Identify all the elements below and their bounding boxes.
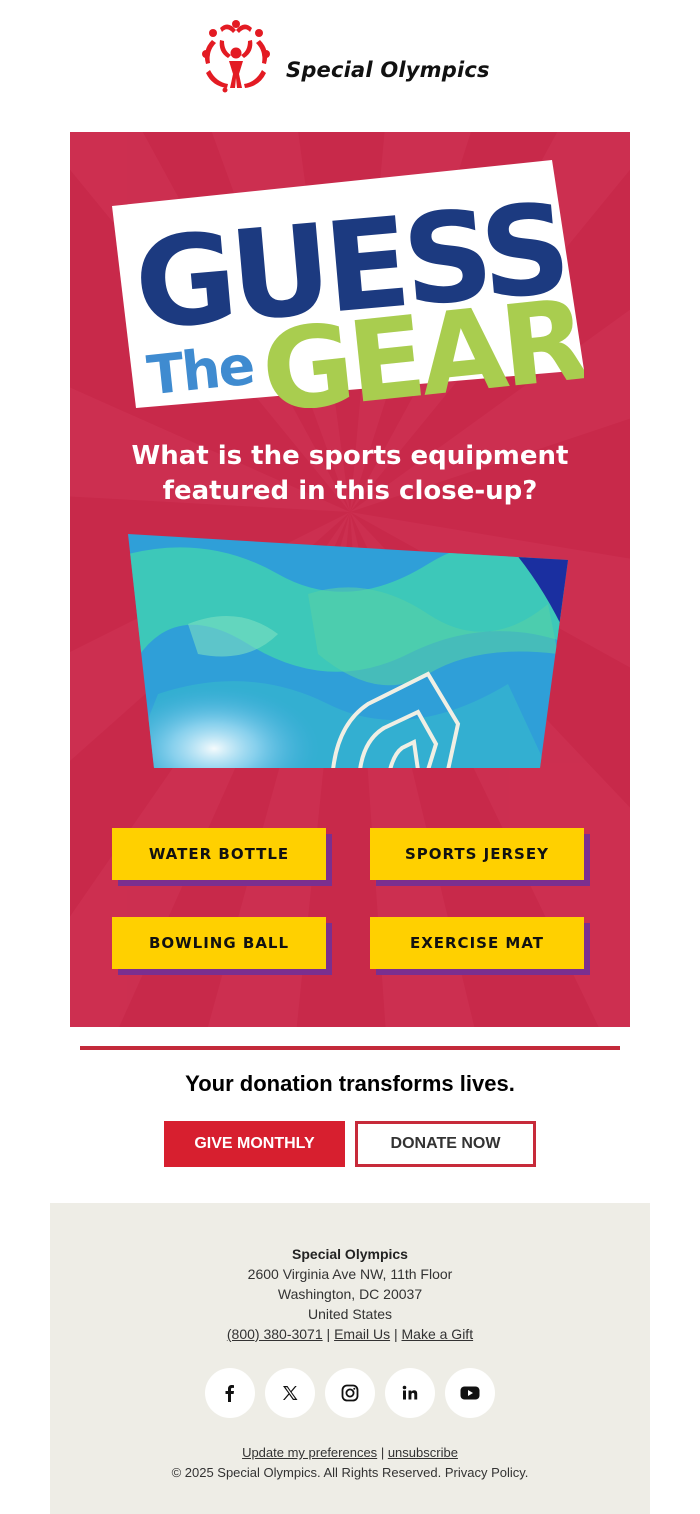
guess-the-gear-title: GUESS The GEAR	[112, 160, 584, 408]
linkedin-icon	[402, 1385, 418, 1400]
make-a-gift-link[interactable]: Make a Gift	[402, 1326, 474, 1342]
section-divider	[80, 1046, 620, 1050]
unsubscribe-link[interactable]: unsubscribe	[388, 1445, 458, 1460]
quiz-question-line-1: What is the sports equipment	[131, 441, 569, 471]
answer-exercise-mat-button[interactable]: EXERCISE MAT	[370, 917, 584, 969]
x-link[interactable]	[265, 1368, 315, 1418]
phone-link[interactable]: (800) 380-3071	[227, 1326, 323, 1342]
facebook-icon	[225, 1385, 234, 1402]
instagram-link[interactable]	[325, 1368, 375, 1418]
facebook-link[interactable]	[205, 1368, 255, 1418]
give-monthly-button[interactable]: GIVE MONTHLY	[164, 1121, 345, 1167]
email-us-link[interactable]: Email Us	[334, 1326, 390, 1342]
special-olympics-emblem-icon	[202, 20, 270, 93]
guess-the-gear-hero: GUESS The GEAR What is the sports equipm…	[70, 132, 630, 1027]
youtube-link[interactable]	[445, 1368, 495, 1418]
special-olympics-logo[interactable]: Special Olympics	[198, 18, 508, 94]
donate-now-button[interactable]: DONATE NOW	[355, 1121, 536, 1167]
donation-heading: Your donation transforms lives.	[185, 1071, 515, 1096]
bowling-ball-closeup-image	[128, 534, 568, 768]
separator: |	[393, 1326, 398, 1342]
linkedin-link[interactable]	[385, 1368, 435, 1418]
footer-contact-links: (800) 380-3071 | Email Us | Make a Gift	[50, 1326, 650, 1342]
separator: |	[380, 1445, 385, 1460]
answer-water-bottle-button[interactable]: WATER BOTTLE	[112, 828, 326, 880]
title-the: The	[144, 334, 256, 408]
footer-address-line-3: United States	[307, 1306, 393, 1322]
quiz-question-line-2: featured in this close-up?	[162, 476, 538, 506]
x-icon	[283, 1386, 298, 1400]
quiz-question: What is the sports equipment featured in…	[100, 439, 600, 509]
footer-preferences: Update my preferences | unsubscribe	[50, 1445, 650, 1460]
update-preferences-link[interactable]: Update my preferences	[242, 1445, 377, 1460]
instagram-icon	[341, 1384, 359, 1402]
footer-address-line-2: Washington, DC 20037	[277, 1286, 423, 1302]
footer-address-line-1: 2600 Virginia Ave NW, 11th Floor	[247, 1266, 453, 1282]
logo-wordmark: Special Olympics	[286, 58, 490, 82]
footer: Special Olympics 2600 Virginia Ave NW, 1…	[50, 1203, 650, 1514]
separator: |	[326, 1326, 331, 1342]
footer-org-name: Special Olympics	[292, 1246, 408, 1262]
answer-bowling-ball-button[interactable]: BOWLING BALL	[112, 917, 326, 969]
footer-copyright: © 2025 Special Olympics. All Rights Rese…	[171, 1465, 529, 1480]
youtube-icon	[460, 1386, 480, 1400]
answer-sports-jersey-button[interactable]: SPORTS JERSEY	[370, 828, 584, 880]
